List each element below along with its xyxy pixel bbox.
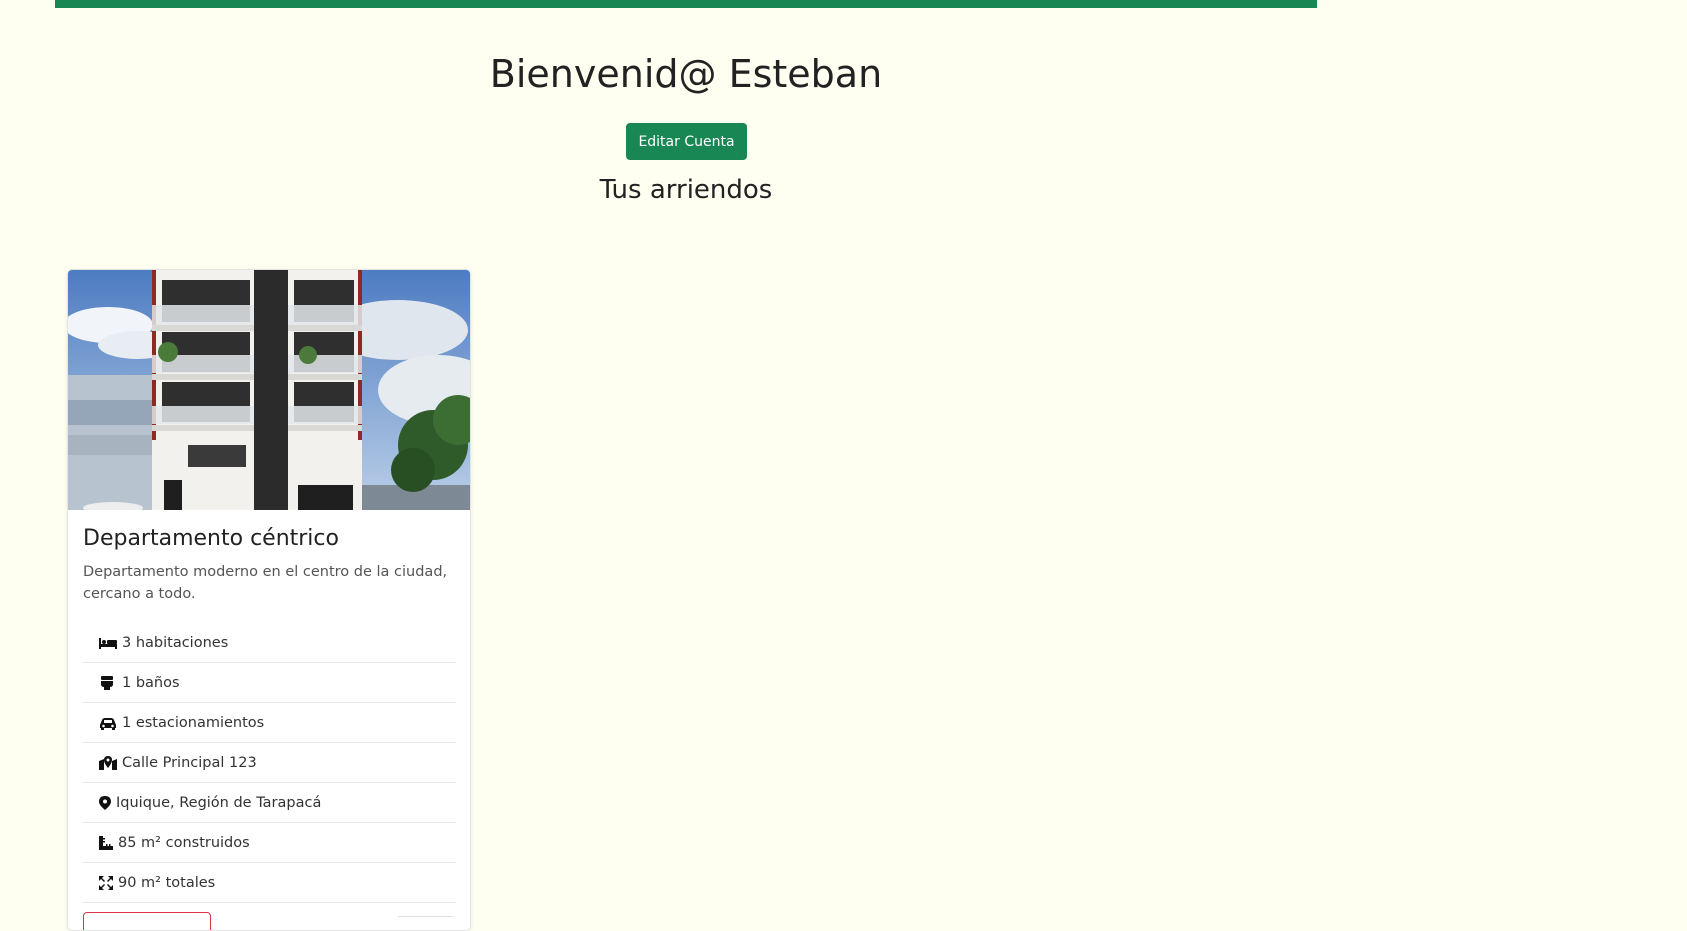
- listing-description: Departamento moderno en el centro de la …: [83, 564, 448, 602]
- feature-bathrooms: 1 baños: [83, 663, 455, 703]
- feature-text: 3 habitaciones: [122, 634, 229, 651]
- feature-text: 90 m² totales: [118, 874, 216, 891]
- feature-text: Iquique, Región de Tarapacá: [116, 794, 322, 811]
- car-icon: [98, 715, 118, 731]
- feature-city: Iquique, Región de Tarapacá: [83, 783, 455, 823]
- bed-icon: [98, 635, 118, 651]
- feature-text: 1 estacionamientos: [122, 714, 265, 731]
- top-accent-bar: [55, 0, 1317, 8]
- features-list: 3 habitaciones 1 baños 1 estacionamiento…: [83, 623, 455, 903]
- feature-parking: 1 estacionamientos: [83, 703, 455, 743]
- feature-total-area: 90 m² totales: [83, 863, 455, 903]
- rentals-section-title: Tus arriendos: [599, 175, 773, 205]
- map-pin-icon: [98, 795, 112, 811]
- rental-card[interactable]: Departamento céntrico Departamento moder…: [67, 269, 471, 931]
- feature-built-area: 85 m² construidos: [83, 823, 455, 863]
- feature-text: 85 m² construidos: [118, 834, 250, 851]
- expand-icon: [98, 875, 114, 891]
- feature-address: Calle Principal 123: [83, 743, 455, 783]
- card-action-button-danger[interactable]: [83, 912, 211, 930]
- ruler-icon: [98, 835, 114, 851]
- toilet-icon: [98, 675, 118, 691]
- card-action-button-secondary[interactable]: [398, 916, 453, 930]
- feature-text: Calle Principal 123: [122, 754, 257, 771]
- edit-account-button[interactable]: Editar Cuenta: [626, 123, 747, 160]
- card-body: Departamento céntrico Departamento moder…: [68, 526, 470, 903]
- property-image: [68, 270, 470, 510]
- feature-bedrooms: 3 habitaciones: [83, 623, 455, 663]
- welcome-heading: Bienvenid@ Esteban: [489, 52, 883, 96]
- feature-text: 1 baños: [122, 674, 180, 691]
- map-location-icon: [98, 755, 118, 771]
- listing-title: Departamento céntrico: [83, 526, 339, 551]
